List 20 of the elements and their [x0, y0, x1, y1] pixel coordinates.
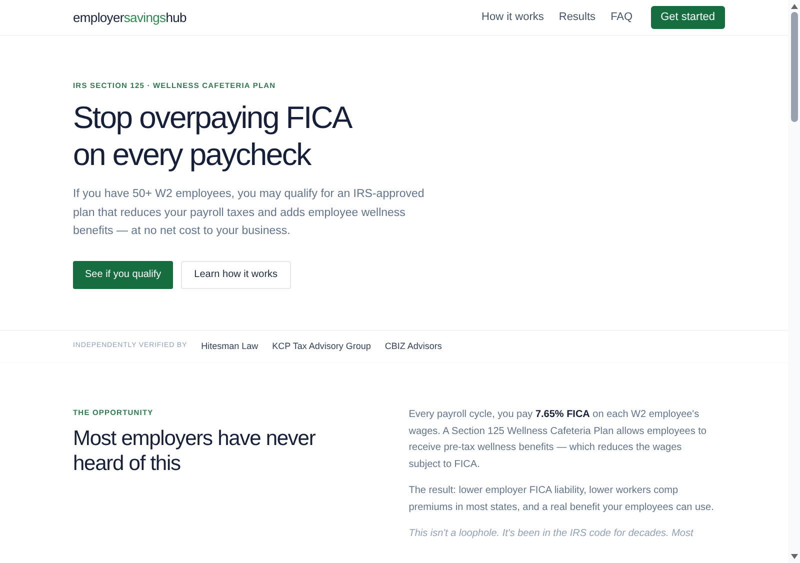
note-paragraph: This isn't a loophole. It's been in the IRS code for decades. Most	[408, 527, 694, 541]
nav-link[interactable]: Results	[558, 9, 596, 26]
scroll-down-icon[interactable]	[790, 554, 798, 559]
intro-paragraph: If you have 50+ W2 employees, you may qualify for an IRS-approved plan that reduces your payroll taxes and adds employee wellness benefits — at no net cost to your business.	[73, 187, 426, 240]
logo[interactable]: employersavingshub	[73, 8, 186, 28]
scrollbar[interactable]	[788, 0, 800, 563]
partner-name: CBIZ Advisors	[384, 340, 442, 353]
qualify-button[interactable]: See if you qualify	[73, 260, 174, 289]
learn-button[interactable]: Learn how it works	[181, 260, 291, 289]
section-heading: Most employers have never heard of this	[73, 426, 316, 476]
scrollbar-thumb[interactable]	[790, 12, 798, 122]
partner-name: KCP Tax Advisory Group	[272, 340, 371, 353]
scroll-up-icon[interactable]	[790, 4, 798, 9]
nav-link[interactable]: FAQ	[610, 9, 633, 26]
body-paragraph: Every payroll cycle, you pay 7.65% FICA on each W2 employee's wages. A Section 125 Wellness Cafeteria Plan allows employees to receive pre-tax wellness benefits — which reduces the wages subject to FICA.	[408, 408, 708, 472]
nav-link[interactable]: How it works	[482, 9, 544, 26]
body-paragraph: The result: lower employer FICA liability, lower workers comp premiums in most states, and a real benefit your employees can use.	[408, 484, 715, 514]
get-started-button[interactable]: Get started	[650, 6, 725, 29]
hero-heading: Stop overpaying FICA on every paycheck	[73, 99, 353, 174]
partner-name: Hitesman Law	[201, 340, 258, 353]
